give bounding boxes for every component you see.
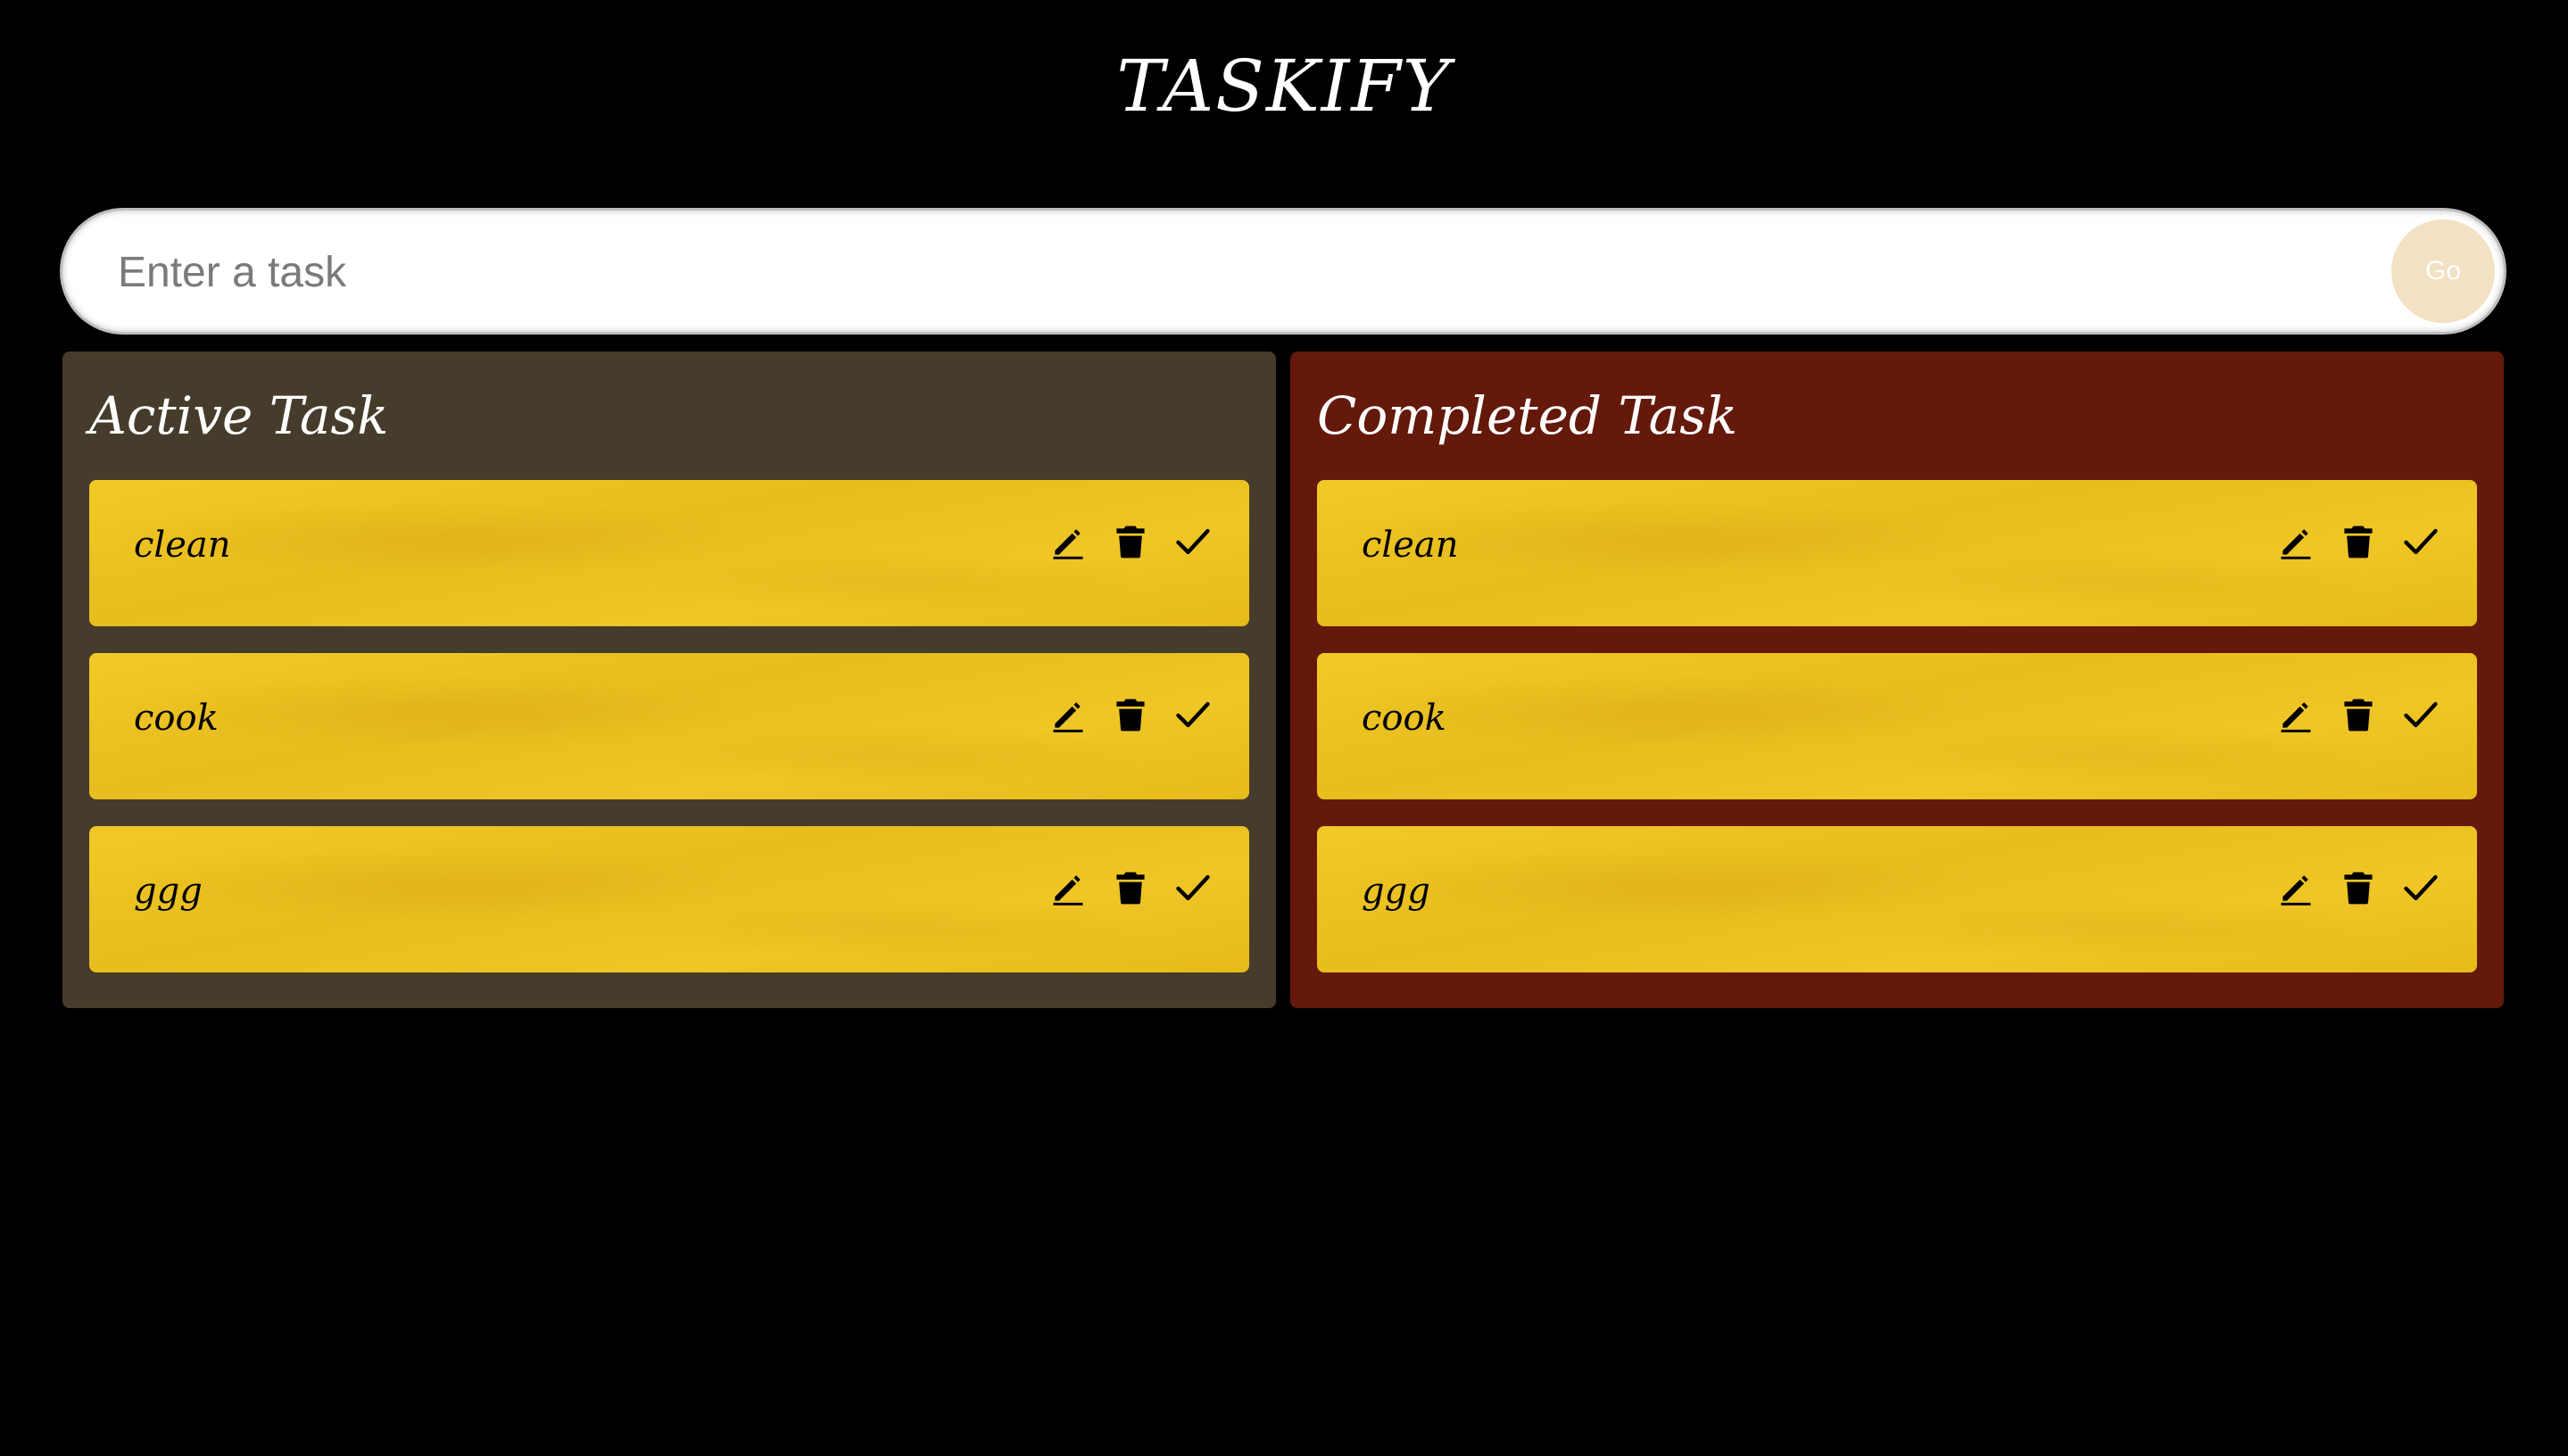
task-actions	[2275, 694, 2441, 735]
trash-icon[interactable]	[2338, 521, 2379, 562]
task-input[interactable]	[116, 211, 2350, 334]
active-task-list: clean cook ggg	[89, 480, 1249, 972]
task-actions	[1048, 694, 1214, 735]
task-card[interactable]: clean	[89, 480, 1249, 626]
go-button[interactable]: Go	[2391, 219, 2495, 323]
task-card[interactable]: clean	[1317, 480, 2477, 626]
task-text: ggg	[134, 871, 203, 912]
active-task-heading: Active Task	[89, 385, 389, 446]
task-actions	[1048, 521, 1214, 562]
task-actions	[2275, 521, 2441, 562]
task-actions	[2275, 867, 2441, 908]
task-text: clean	[1362, 525, 1459, 566]
check-icon[interactable]	[1172, 867, 1214, 908]
trash-icon[interactable]	[1110, 694, 1151, 735]
edit-icon[interactable]	[1048, 867, 1089, 908]
task-text: ggg	[1362, 871, 1430, 912]
task-card[interactable]: cook	[89, 653, 1249, 799]
task-text: clean	[134, 525, 231, 566]
task-actions	[1048, 867, 1214, 908]
trash-icon[interactable]	[1110, 867, 1151, 908]
completed-task-heading: Completed Task	[1317, 385, 1738, 446]
task-text: cook	[1362, 698, 1446, 739]
check-icon[interactable]	[1172, 694, 1214, 735]
task-card[interactable]: ggg	[1317, 826, 2477, 972]
trash-icon[interactable]	[2338, 867, 2379, 908]
edit-icon[interactable]	[2275, 521, 2316, 562]
check-icon[interactable]	[2400, 521, 2441, 562]
completed-task-list: clean cook ggg	[1317, 480, 2477, 972]
task-card[interactable]: cook	[1317, 653, 2477, 799]
completed-task-panel: Completed Task clean cook ggg	[1290, 352, 2504, 1008]
active-task-panel: Active Task clean cook ggg	[62, 352, 1276, 1008]
trash-icon[interactable]	[2338, 694, 2379, 735]
task-text: cook	[134, 698, 219, 739]
edit-icon[interactable]	[2275, 694, 2316, 735]
task-form: Go	[62, 211, 2504, 334]
edit-icon[interactable]	[2275, 867, 2316, 908]
app-title: TASKIFY	[1116, 45, 1452, 128]
task-card[interactable]: ggg	[89, 826, 1249, 972]
check-icon[interactable]	[1172, 521, 1214, 562]
check-icon[interactable]	[2400, 694, 2441, 735]
edit-icon[interactable]	[1048, 521, 1089, 562]
edit-icon[interactable]	[1048, 694, 1089, 735]
check-icon[interactable]	[2400, 867, 2441, 908]
trash-icon[interactable]	[1110, 521, 1151, 562]
